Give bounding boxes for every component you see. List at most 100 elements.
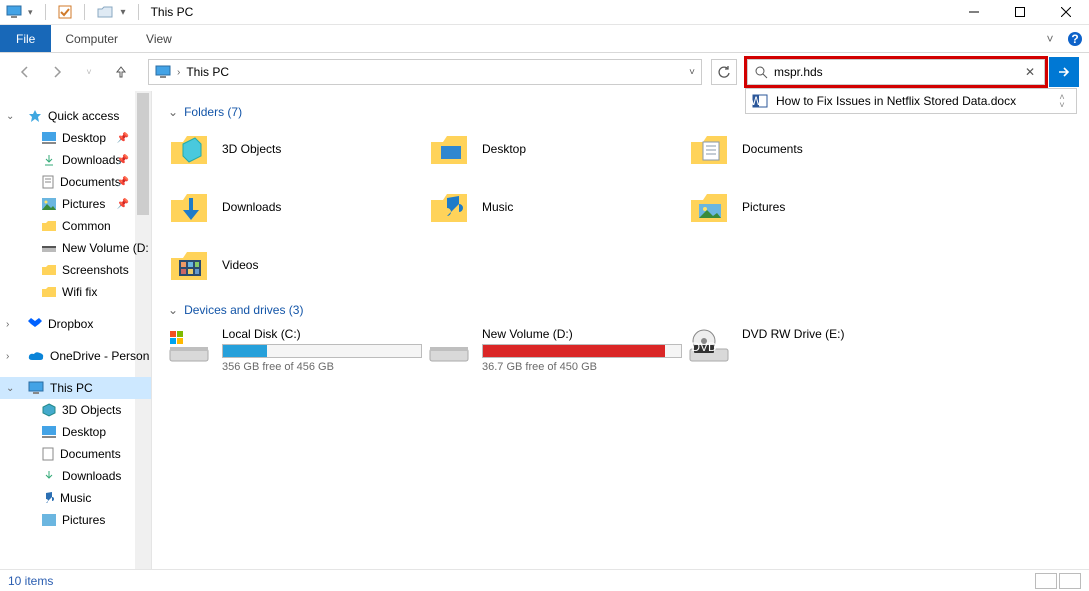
sidebar-item-music[interactable]: Music (0, 487, 151, 509)
sidebar-item-new-volume[interactable]: New Volume (D: (0, 237, 151, 259)
cube-icon (42, 403, 56, 417)
title-bar: ▾ ▾ This PC (0, 0, 1089, 25)
folder-music[interactable]: Music (428, 187, 688, 227)
folder-icon (42, 220, 56, 232)
address-history-icon[interactable]: ˅ (689, 67, 695, 78)
sidebar-item-downloads[interactable]: Downloads📌 (0, 149, 151, 171)
content-pane: ⌄ Folders (7) 3D Objects Desktop Documen… (152, 91, 1089, 569)
search-go-button[interactable] (1049, 57, 1079, 87)
folder-videos[interactable]: Videos (168, 245, 428, 285)
main-area: ⌄ Quick access Desktop📌 Downloads📌 Docum… (0, 91, 1089, 569)
breadcrumb-location[interactable]: This PC (186, 65, 229, 79)
recent-locations-icon[interactable]: ˅ (78, 61, 100, 83)
collapse-icon[interactable]: ⌄ (6, 383, 14, 394)
sidebar-item-downloads-2[interactable]: Downloads (0, 465, 151, 487)
videos-folder-icon (168, 245, 210, 285)
documents-folder-icon (688, 129, 730, 169)
qat-separator-2 (84, 4, 85, 20)
folder-pictures[interactable]: Pictures (688, 187, 948, 227)
cube-icon (168, 129, 210, 169)
folder-3d-objects[interactable]: 3D Objects (168, 129, 428, 169)
window-title: This PC (151, 5, 194, 19)
sidebar-item-3d-objects[interactable]: 3D Objects (0, 399, 151, 421)
sidebar-item-pictures-2[interactable]: Pictures (0, 509, 151, 531)
ribbon-tabs: File Computer View ˅ ? (0, 25, 1089, 53)
sidebar-item-documents[interactable]: Documents📌 (0, 171, 151, 193)
drive-name: New Volume (D:) (482, 327, 682, 341)
sidebar-dropbox[interactable]: ›Dropbox (0, 313, 151, 335)
sidebar-item-wifi-fix[interactable]: Wifi fix (0, 281, 151, 303)
maximize-button[interactable] (997, 0, 1043, 25)
dvd-drive-icon: DVD (688, 327, 730, 367)
documents-icon (42, 175, 54, 189)
downloads-icon (42, 469, 56, 483)
breadcrumb[interactable]: › This PC (155, 65, 229, 79)
up-button[interactable] (110, 61, 132, 83)
forward-button[interactable] (46, 61, 68, 83)
drive-new-volume-d[interactable]: New Volume (D:) 36.7 GB free of 450 GB (428, 327, 688, 373)
search-area: ✕ (747, 57, 1079, 87)
drive-usage-bar (222, 344, 422, 358)
drive-local-c[interactable]: Local Disk (C:) 356 GB free of 456 GB (168, 327, 428, 373)
sidebar-onedrive[interactable]: ›OneDrive - Person (0, 345, 151, 367)
qat-customize-icon[interactable]: ▾ (121, 7, 126, 18)
tab-view[interactable]: View (132, 25, 186, 52)
pictures-icon (42, 514, 56, 526)
sidebar-item-documents-2[interactable]: Documents (0, 443, 151, 465)
search-suggestion-label: How to Fix Issues in Netflix Stored Data… (776, 94, 1046, 108)
close-button[interactable] (1043, 0, 1089, 25)
search-suggestion[interactable]: W How to Fix Issues in Netflix Stored Da… (745, 88, 1077, 114)
sidebar-item-common[interactable]: Common (0, 215, 151, 237)
new-folder-icon[interactable] (97, 5, 113, 19)
suggestion-scroll[interactable]: ˄ ˅ (1054, 93, 1070, 109)
collapse-icon[interactable]: ⌄ (6, 111, 14, 122)
folder-documents[interactable]: Documents (688, 129, 948, 169)
chevron-down-icon[interactable]: ˅ (1059, 101, 1064, 109)
desktop-icon (42, 426, 56, 438)
help-icon[interactable]: ? (1061, 25, 1089, 52)
qat-separator-3 (138, 4, 139, 20)
folder-downloads[interactable]: Downloads (168, 187, 428, 227)
drive-name: Local Disk (C:) (222, 327, 422, 341)
tab-file[interactable]: File (0, 25, 51, 52)
back-button[interactable] (14, 61, 36, 83)
expand-icon[interactable]: › (6, 319, 9, 330)
tab-computer[interactable]: Computer (51, 25, 132, 52)
large-icons-view-button[interactable] (1059, 573, 1081, 589)
properties-check-icon[interactable] (58, 5, 72, 19)
sidebar-this-pc[interactable]: ⌄This PC (0, 377, 151, 399)
section-drives: ⌄ Devices and drives (3) Local Disk (C:)… (168, 303, 1079, 373)
sidebar-item-desktop[interactable]: Desktop📌 (0, 127, 151, 149)
chevron-down-icon[interactable]: ⌄ (168, 105, 178, 119)
chevron-right-icon[interactable]: › (177, 67, 180, 78)
section-drives-header[interactable]: ⌄ Devices and drives (3) (168, 303, 1079, 317)
music-folder-icon (428, 187, 470, 227)
qat-dropdown-icon[interactable]: ▾ (28, 7, 33, 18)
expand-icon[interactable]: › (6, 351, 9, 362)
sidebar-item-desktop-2[interactable]: Desktop (0, 421, 151, 443)
address-bar[interactable]: › This PC ˅ (148, 59, 702, 85)
sidebar-quick-access[interactable]: ⌄ Quick access (0, 105, 151, 127)
navigation-bar: ˅ › This PC ˅ ✕ (0, 53, 1089, 91)
search-box[interactable]: ✕ (747, 59, 1045, 85)
clear-search-icon[interactable]: ✕ (1022, 65, 1038, 79)
view-mode-buttons (1035, 573, 1081, 589)
downloads-icon (42, 153, 56, 167)
details-view-button[interactable] (1035, 573, 1057, 589)
pictures-icon (42, 198, 56, 210)
minimize-button[interactable] (951, 0, 997, 25)
desktop-icon (42, 132, 56, 144)
refresh-button[interactable] (711, 59, 737, 85)
pictures-folder-icon (688, 187, 730, 227)
qat-separator (45, 4, 46, 20)
sidebar-item-screenshots[interactable]: Screenshots (0, 259, 151, 281)
folder-desktop[interactable]: Desktop (428, 129, 688, 169)
music-icon (42, 491, 54, 505)
chevron-down-icon[interactable]: ⌄ (168, 303, 178, 317)
search-input[interactable] (774, 65, 1016, 79)
section-folders: ⌄ Folders (7) 3D Objects Desktop Documen… (168, 105, 1079, 285)
sidebar-item-pictures[interactable]: Pictures📌 (0, 193, 151, 215)
ribbon-collapse-icon[interactable]: ˅ (1039, 25, 1061, 52)
drive-dvd-e[interactable]: DVD DVD RW Drive (E:) (688, 327, 948, 373)
sidebar-quick-access-label: Quick access (48, 109, 119, 123)
